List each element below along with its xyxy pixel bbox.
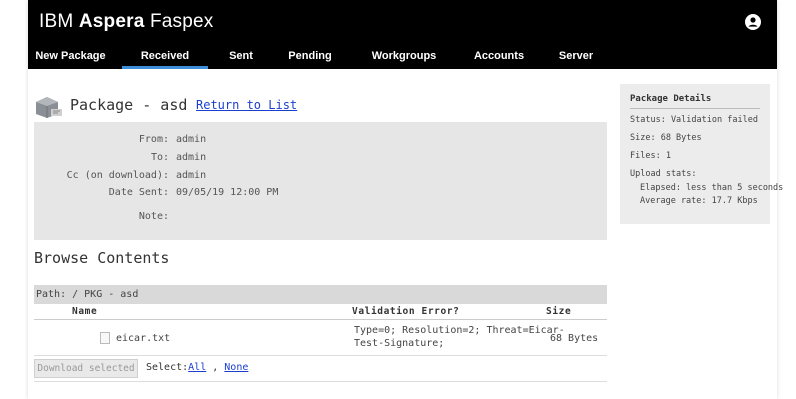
row-divider (34, 355, 607, 356)
column-validation-error[interactable]: Validation Error? (352, 306, 459, 317)
file-name[interactable]: eicar.txt (88, 333, 170, 344)
package-details-title: Package Details (630, 94, 760, 109)
column-name[interactable]: Name (72, 306, 97, 317)
select-none-link[interactable]: None (224, 362, 248, 373)
nav-accounts[interactable]: Accounts (464, 45, 534, 69)
nav-received[interactable]: Received (122, 45, 208, 69)
file-size: 68 Bytes (550, 333, 599, 344)
nav-server[interactable]: Server (550, 45, 602, 69)
details-files: Files: 1 (630, 151, 671, 161)
user-circle-icon[interactable] (745, 14, 761, 30)
column-size[interactable]: Size (546, 306, 571, 317)
details-average-rate: Average rate: 17.7 Kbps (640, 196, 758, 206)
app-brand: IBM Aspera Faspex (39, 11, 214, 32)
package-details-panel: Package Details Status: Validation faile… (620, 84, 784, 224)
path-breadcrumb: Path: / PKG - asd (34, 285, 607, 304)
details-elapsed: Elapsed: less than 5 seconds (640, 183, 784, 193)
bottom-divider (34, 381, 607, 382)
nav-workgroups[interactable]: Workgroups (364, 45, 444, 69)
details-upload-stats: Upload stats: (630, 169, 697, 179)
file-validation-error: Type=0; Resolution=2; Threat=Eicar- Test… (354, 325, 565, 349)
top-bar: IBM Aspera Faspex (28, 0, 777, 45)
download-selected-button[interactable]: Download selected (34, 359, 138, 378)
select-all-link[interactable]: All (188, 362, 206, 373)
app-window: IBM Aspera Faspex New Package Received S… (28, 0, 784, 399)
main-nav: New Package Received Sent Pending Workgr… (28, 45, 777, 69)
nav-new-package[interactable]: New Package (30, 45, 111, 69)
browse-contents-heading: Browse Contents (34, 249, 170, 267)
details-size: Size: 68 Bytes (630, 133, 702, 143)
nav-pending[interactable]: Pending (280, 45, 340, 69)
package-meta: From: admin To: admin Cc (on download): … (34, 122, 607, 240)
return-to-list-link[interactable]: Return to List (196, 98, 297, 112)
nav-sent[interactable]: Sent (216, 45, 266, 69)
details-status: Status: Validation failed (630, 115, 758, 125)
select-controls: Select:All , None (146, 362, 249, 373)
package-icon (36, 97, 62, 118)
header-divider (34, 319, 607, 320)
package-title: Package - asd (70, 96, 188, 114)
